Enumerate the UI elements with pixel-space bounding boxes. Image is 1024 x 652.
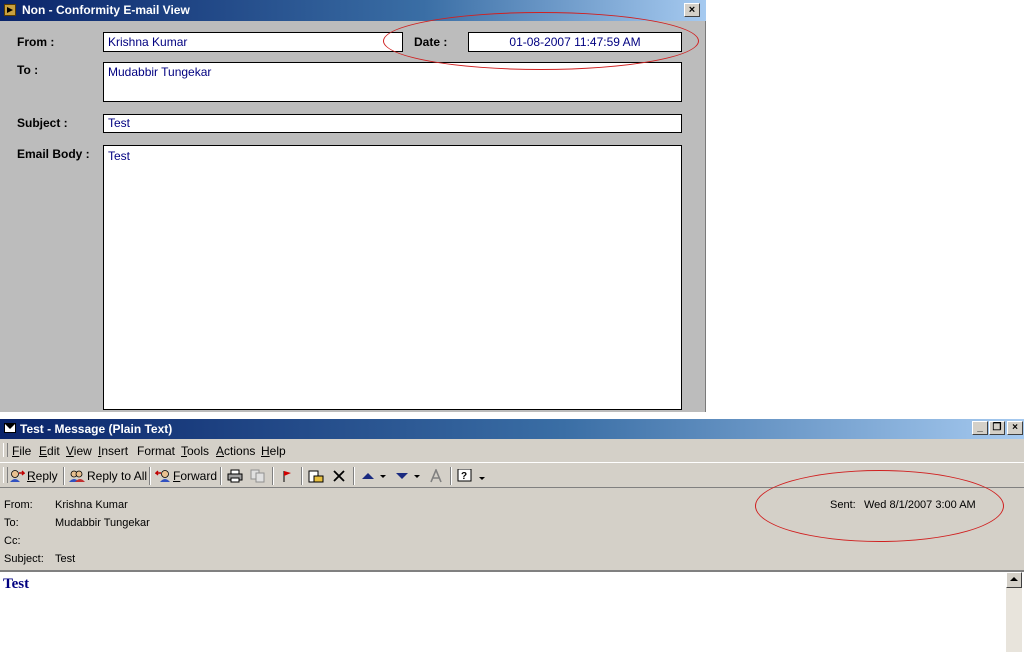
toolbar-separator bbox=[149, 467, 151, 485]
title-bar: Non - Conformity E-mail View × bbox=[0, 0, 706, 21]
toolbar: Reply Reply to All Forward ? bbox=[0, 462, 1024, 488]
reply-all-icon bbox=[69, 469, 85, 483]
message-body[interactable]: Test bbox=[0, 570, 1024, 652]
menu-tools[interactable]: Tools bbox=[181, 444, 209, 458]
from-label: From: bbox=[4, 499, 33, 511]
envelope-icon bbox=[4, 423, 16, 433]
print-button[interactable] bbox=[227, 467, 245, 485]
next-item-button[interactable] bbox=[394, 467, 412, 485]
sent-value: Wed 8/1/2007 3:00 AM bbox=[864, 499, 976, 511]
previous-item-button[interactable] bbox=[360, 467, 378, 485]
sent-label: Sent: bbox=[830, 499, 856, 511]
previous-item-dropdown[interactable] bbox=[379, 467, 389, 485]
scroll-up-button[interactable] bbox=[1006, 572, 1022, 588]
toolbar-separator bbox=[272, 467, 274, 485]
window-title: Non - Conformity E-mail View bbox=[22, 3, 190, 17]
printer-icon bbox=[227, 469, 243, 483]
forward-button[interactable]: Forward bbox=[154, 467, 217, 485]
move-to-folder-button[interactable] bbox=[308, 467, 326, 485]
menu-bar: File Edit View Insert Format Tools Actio… bbox=[0, 440, 1024, 460]
app-icon bbox=[4, 4, 16, 16]
from-field[interactable]: Krishna Kumar bbox=[103, 32, 403, 52]
help-button[interactable]: ? bbox=[457, 467, 475, 485]
font-a-icon bbox=[428, 467, 444, 483]
to-label: To : bbox=[17, 63, 39, 77]
toolbar-separator bbox=[220, 467, 222, 485]
menu-view[interactable]: View bbox=[66, 444, 92, 458]
message-body-text: Test bbox=[3, 576, 30, 592]
nonconformity-email-window: Non - Conformity E-mail View × From : Kr… bbox=[0, 0, 706, 412]
email-body-field[interactable]: Test bbox=[103, 145, 682, 410]
subject-label: Subject: bbox=[4, 553, 44, 565]
menu-format[interactable]: Format bbox=[137, 444, 175, 458]
down-arrow-icon bbox=[394, 469, 410, 483]
subject-field[interactable]: Test bbox=[103, 114, 682, 133]
from-value: Krishna Kumar bbox=[55, 499, 128, 511]
help-question-icon: ? bbox=[457, 468, 473, 483]
date-label: Date : bbox=[414, 35, 448, 49]
up-arrow-icon bbox=[360, 469, 376, 483]
dropdown-arrow-icon bbox=[379, 469, 387, 483]
help-dropdown[interactable] bbox=[478, 467, 488, 485]
move-folder-icon bbox=[308, 469, 324, 483]
toolbar-grip bbox=[3, 467, 8, 483]
flag-button[interactable] bbox=[279, 467, 297, 485]
font-button[interactable] bbox=[428, 467, 446, 485]
toolbar-separator bbox=[450, 467, 452, 485]
reply-button[interactable]: Reply bbox=[9, 467, 58, 485]
copy-icon bbox=[250, 469, 266, 483]
menu-help[interactable]: Help bbox=[261, 444, 286, 458]
toolbar-separator bbox=[63, 467, 65, 485]
forward-icon bbox=[154, 469, 171, 483]
close-button[interactable]: × bbox=[684, 3, 700, 17]
restore-button[interactable]: ❐ bbox=[989, 421, 1005, 435]
menu-file[interactable]: File bbox=[12, 444, 31, 458]
reply-icon bbox=[9, 469, 26, 483]
menu-actions[interactable]: Actions bbox=[216, 444, 255, 458]
to-label: To: bbox=[4, 517, 19, 529]
next-item-dropdown[interactable] bbox=[413, 467, 423, 485]
toolbar-separator bbox=[353, 467, 355, 485]
title-bar: Test - Message (Plain Text) _ ❐ × bbox=[0, 419, 1024, 439]
dropdown-arrow-icon bbox=[413, 469, 421, 483]
close-button[interactable]: × bbox=[1007, 421, 1023, 435]
window-title: Test - Message (Plain Text) bbox=[20, 422, 173, 436]
from-label: From : bbox=[17, 35, 55, 49]
date-field[interactable]: 01-08-2007 11:47:59 AM bbox=[468, 32, 682, 52]
copy-button[interactable] bbox=[250, 467, 268, 485]
toolbar-separator bbox=[301, 467, 303, 485]
delete-x-icon bbox=[331, 469, 347, 483]
svg-text:?: ? bbox=[461, 471, 467, 482]
reply-to-all-button[interactable]: Reply to All bbox=[69, 467, 147, 485]
menu-edit[interactable]: Edit bbox=[39, 444, 60, 458]
menu-grip bbox=[3, 443, 8, 457]
email-body-label: Email Body : bbox=[17, 147, 90, 161]
menu-insert[interactable]: Insert bbox=[98, 444, 128, 458]
delete-button[interactable] bbox=[331, 467, 349, 485]
subject-label: Subject : bbox=[17, 116, 68, 130]
flag-icon bbox=[279, 469, 295, 483]
minimize-button[interactable]: _ bbox=[972, 421, 988, 435]
dropdown-arrow-icon bbox=[478, 469, 486, 483]
cc-label: Cc: bbox=[4, 535, 21, 547]
to-field[interactable]: Mudabbir Tungekar bbox=[103, 62, 682, 102]
message-window: Test - Message (Plain Text) _ ❐ × File E… bbox=[0, 419, 1024, 652]
vertical-scrollbar[interactable] bbox=[1006, 572, 1022, 652]
subject-value: Test bbox=[55, 553, 76, 565]
to-value: Mudabbir Tungekar bbox=[55, 517, 150, 529]
